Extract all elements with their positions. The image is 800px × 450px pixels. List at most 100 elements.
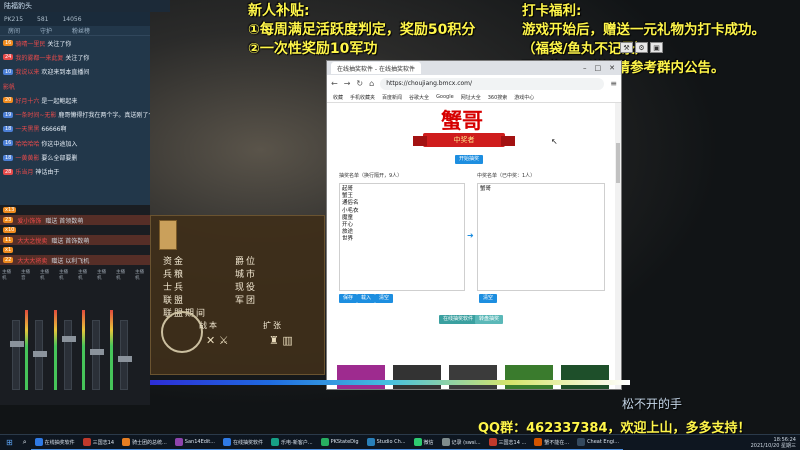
bookmark-item[interactable]: Google (436, 94, 454, 100)
chat-text: 是一起鲍起来 (41, 97, 78, 105)
back-icon[interactable]: ← (331, 79, 338, 88)
fader[interactable] (90, 320, 104, 390)
taskbar-app[interactable]: 骑士团的总统... (118, 436, 171, 450)
winner-entry: 蟹哥 (480, 186, 492, 192)
clear-winners-button[interactable]: 清空 (479, 294, 498, 303)
wheel-lottery-button[interactable]: 转盘抽奖 (475, 315, 504, 324)
menu-icon[interactable]: ≡ (610, 79, 617, 88)
thumbnail-card[interactable]: 抽奖转盘 (337, 365, 385, 389)
taskbar-app[interactable]: 三国志14 (78, 436, 119, 450)
bookmark-item[interactable]: 网址大全 (461, 94, 481, 101)
bookmark-item[interactable]: 360搜索 (488, 94, 508, 101)
bookmark-item[interactable]: 游戏中心 (514, 94, 534, 101)
chat-nickname[interactable]: 一天黑黑 (15, 124, 39, 133)
winners-textarea[interactable]: 蟹哥 (477, 183, 605, 291)
app-icon (320, 438, 329, 446)
load-button[interactable]: 载入 (357, 294, 376, 303)
taskbar-app[interactable]: 微信 (409, 436, 438, 450)
taskbar-app[interactable]: 蟹不能在... (530, 436, 574, 450)
entrant-name: 旅途 (342, 229, 354, 236)
reload-icon[interactable]: ↻ (356, 79, 363, 88)
chat-nickname[interactable]: 乐当月 (15, 167, 33, 176)
scrollbar[interactable] (615, 103, 621, 389)
thumbnail-card[interactable]: 小程序制作 (505, 365, 553, 389)
clear-entrants-button[interactable]: 清空 (375, 294, 394, 303)
taskbar-app[interactable]: Studio Ch... (362, 436, 410, 450)
chat-text: 鹿哥懒得打我在两个字。真送刚了个东机。 (58, 112, 150, 120)
mixer-channel-label: 主播机 (135, 270, 144, 281)
url-field[interactable]: https://choujiang.bmcx.com/ (380, 77, 605, 90)
forward-icon[interactable]: → (344, 79, 351, 88)
app-icon (366, 438, 375, 446)
fader[interactable] (10, 320, 24, 390)
home-icon[interactable]: ⌂ (369, 79, 374, 88)
stat-label: 现役 (235, 283, 258, 293)
bookmark-item[interactable]: 谷歌大全 (409, 94, 429, 101)
chat-nickname[interactable]: 我说以来 (15, 67, 39, 76)
chat-message: 28 乐当月 神话由于 (0, 165, 150, 179)
level-badge: x1 (3, 247, 14, 253)
tab-room[interactable]: 房间 (8, 26, 20, 35)
search-icon[interactable]: ⌕ (19, 438, 31, 447)
tool-icon[interactable]: ⚒ (620, 42, 633, 53)
close-icon[interactable]: ✕ (609, 64, 615, 72)
stream-topstrip: 陆福豹头 (0, 0, 170, 12)
chat-nickname[interactable]: 一黄黄影 (15, 153, 39, 162)
chat-message: 18 一天黑黑 66666啊 (0, 122, 150, 136)
thumbnail-card[interactable]: 电脑的键盘图片 (393, 365, 441, 389)
mixer-channel-label: 主播音 (21, 270, 30, 281)
chat-nickname[interactable]: 我的雾都一来此复 (15, 53, 63, 62)
settings-icon[interactable]: ⚙ (635, 42, 648, 53)
tab-guard[interactable]: 守护 (40, 26, 52, 35)
chat-nickname[interactable]: 一条时间~无影 (15, 110, 56, 119)
fader[interactable] (33, 320, 47, 390)
taskbar-app[interactable]: San14Edit... (170, 436, 220, 450)
game-progress-strip (150, 380, 630, 385)
level-badge: 20 (3, 97, 14, 104)
audio-meter (110, 310, 113, 390)
tab-fans[interactable]: 粉丝榜 (72, 26, 90, 35)
chat-nickname[interactable]: 哈哈哈哈 (15, 139, 39, 148)
cursor-icon: ↖ (551, 137, 558, 146)
window-icon[interactable]: ▣ (650, 42, 663, 53)
taskbar-app[interactable]: 三国志14 ... (484, 436, 531, 450)
chat-message: 20 好月十六 是一起鲍起来 (0, 93, 150, 107)
chat-nickname[interactable]: 好月十六 (15, 96, 39, 105)
level-badge: 28 (3, 168, 14, 175)
fader[interactable] (62, 320, 76, 390)
maximize-icon[interactable]: □ (595, 64, 602, 72)
entrant-name: 蟹王 (342, 193, 354, 200)
thumbnail-card[interactable]: vr图像模拟器 (449, 365, 497, 389)
level-badge: x10 (3, 227, 17, 233)
thumbnail-card[interactable]: 小程序 (561, 365, 609, 389)
bookmark-item[interactable]: 百度新闻 (382, 94, 402, 101)
minimize-icon[interactable]: – (583, 64, 587, 72)
chat-nickname[interactable]: 骑晴一里民 (15, 39, 45, 48)
taskbar-app[interactable]: PKStateDig (316, 436, 363, 450)
audio-meter (54, 310, 57, 390)
taskbar-app-label: 乐电-新客户... (281, 439, 313, 446)
online-lottery-button[interactable]: 在线抽奖软件 (439, 315, 478, 324)
level-badge: 18 (3, 125, 14, 132)
windows-start-icon[interactable]: ⊞ (0, 438, 19, 447)
entrant-name: 魔童 (342, 214, 354, 221)
start-draw-button[interactable]: 开始抽奖 (455, 155, 484, 164)
bookmark-item[interactable]: 手机收藏夹 (350, 94, 375, 101)
taskbar-app[interactable]: 在线抽奖软件 (219, 436, 268, 450)
entrants-textarea[interactable]: 起哥 蟹王 通俗名 小毛衣 魔童 开心 旅途 世界 (339, 183, 465, 291)
chat-nickname[interactable]: 影帆 (3, 82, 15, 91)
winners-header: 中奖名单（已中奖：1人） (477, 173, 536, 179)
browser-tab[interactable]: 在线抽奖软件 - 在线抽奖软件 (331, 62, 421, 74)
fader[interactable] (118, 320, 132, 390)
bookmark-item[interactable]: 收藏 (333, 94, 343, 101)
taskbar-app[interactable]: 乐电-新客户... (267, 436, 317, 450)
gift-text: 赠送 首饰数萌 (51, 237, 90, 245)
banner-line: 新人补贴: (248, 3, 310, 19)
taskbar-app[interactable]: 在线抽奖软件 (30, 436, 79, 450)
winner-ribbon: 中奖者 (413, 133, 515, 147)
taskbar-app-label: PKStateDig (330, 439, 359, 445)
gift-row: 23 爱小饰饰 赠送 首领数萌 (0, 215, 150, 225)
taskbar-app[interactable]: 记录 (swsi... (437, 436, 485, 450)
taskbar-app[interactable]: Cheat Engi... (573, 436, 624, 450)
save-button[interactable]: 保存 (339, 294, 358, 303)
